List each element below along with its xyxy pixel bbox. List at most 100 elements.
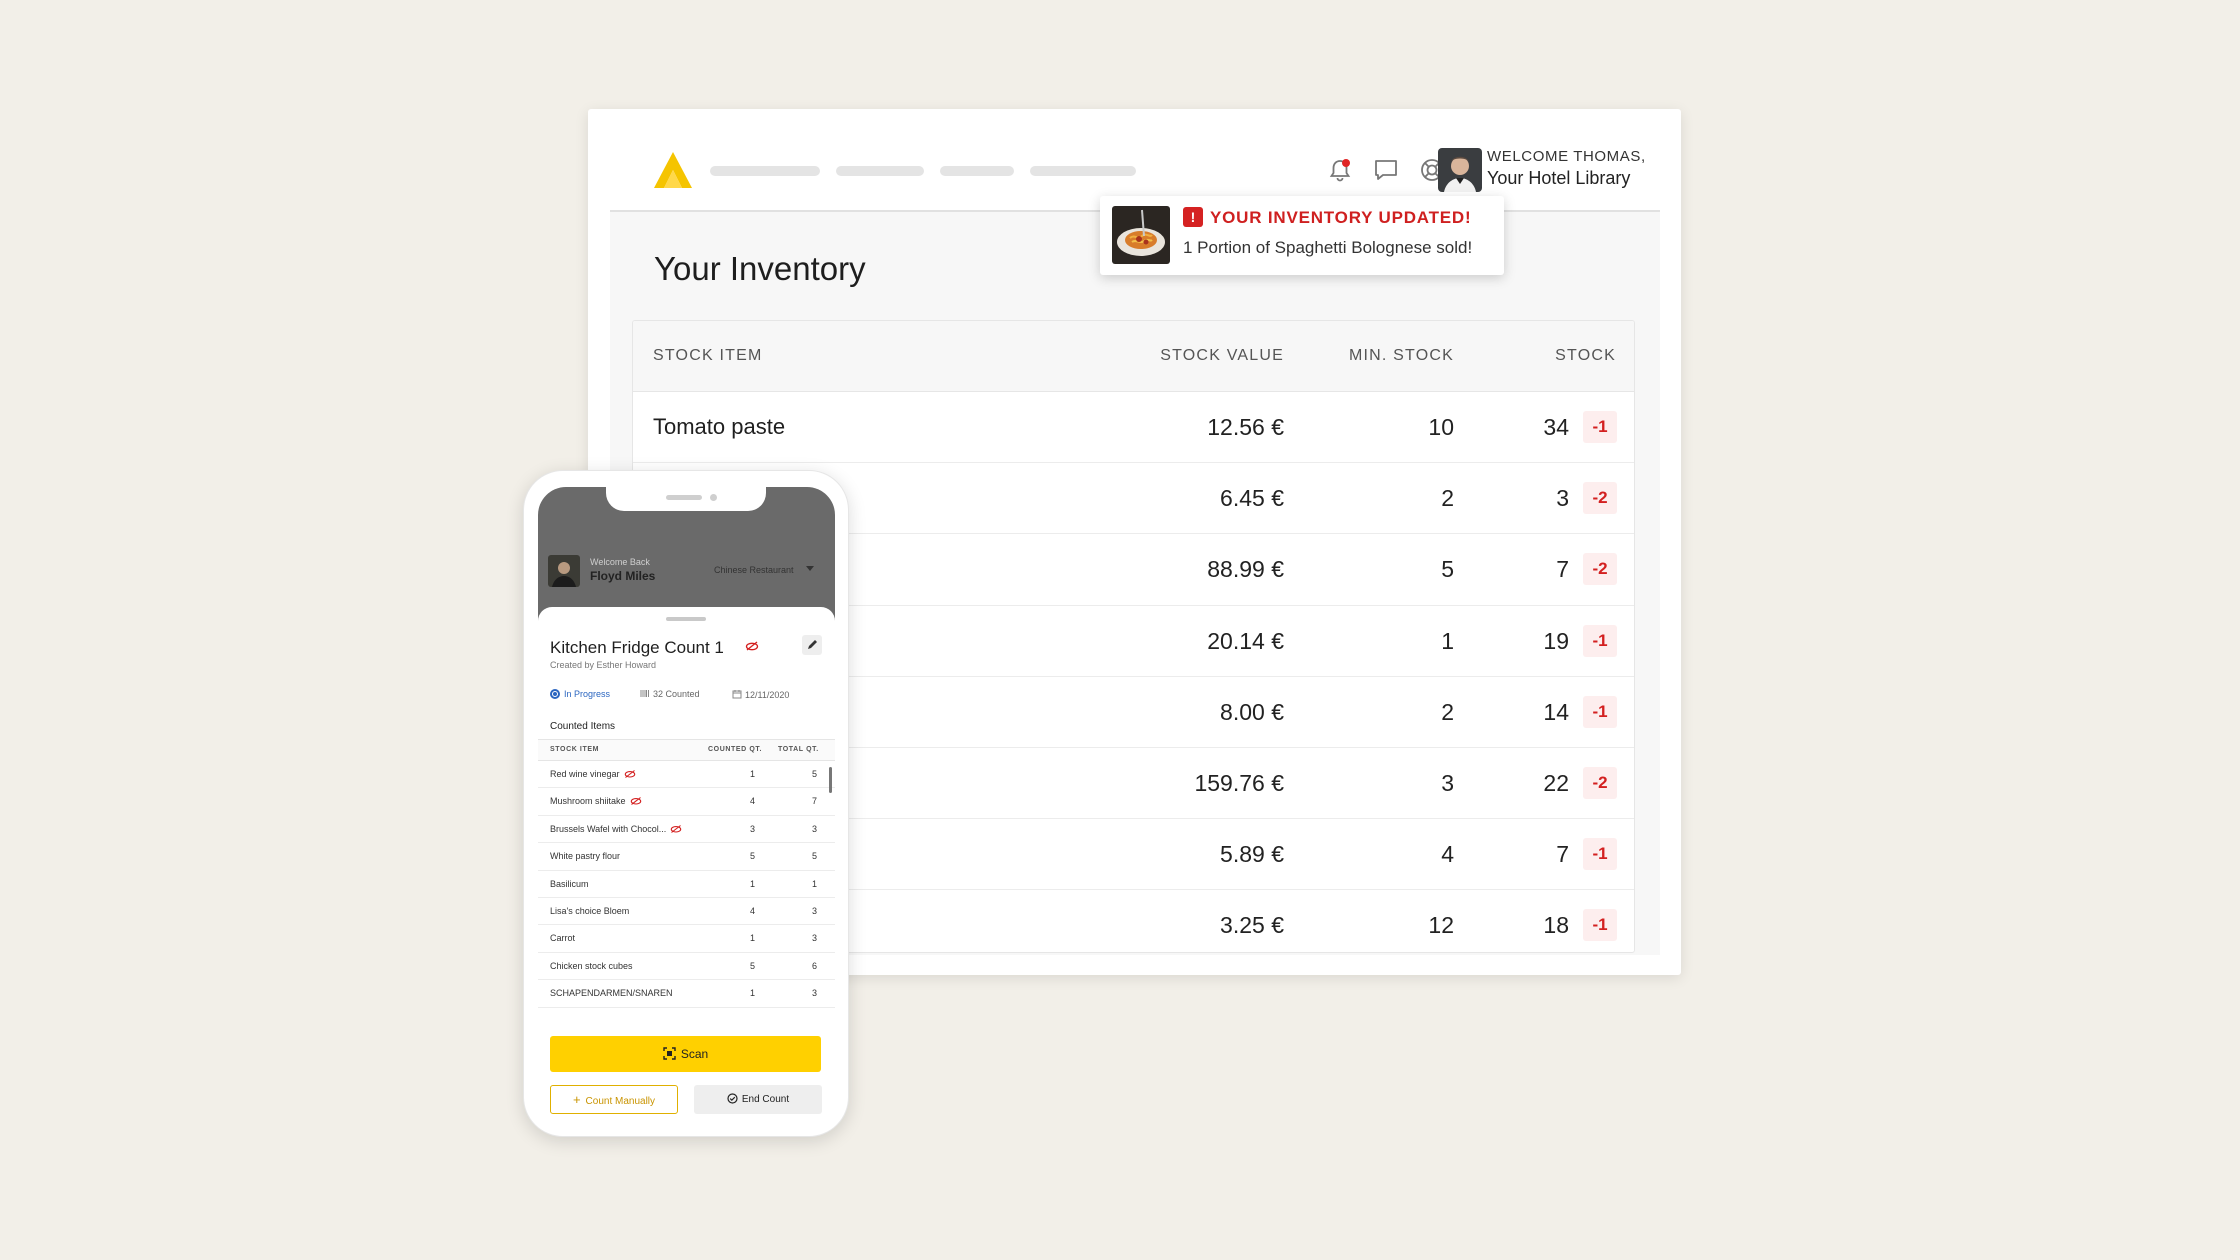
min-stock: 10 xyxy=(1428,414,1454,440)
stock-value: 88.99 € xyxy=(1207,556,1284,583)
stock-value: 3.25 € xyxy=(1220,912,1284,939)
restaurant-selector[interactable]: Chinese Restaurant xyxy=(714,565,794,575)
stock-change-badge: -1 xyxy=(1583,838,1617,871)
table-header: STOCK ITEM STOCK VALUE MIN. STOCK STOCK xyxy=(633,321,1634,392)
stock-change-badge: -2 xyxy=(1583,766,1617,799)
stock-change-badge: -1 xyxy=(1583,695,1617,728)
list-item[interactable]: Basilicum 1 1 xyxy=(538,871,835,898)
min-stock: 3 xyxy=(1441,769,1454,796)
welcome-back-text: Welcome Back xyxy=(590,557,650,567)
user-name: Floyd Miles xyxy=(590,569,656,583)
total-qty: 7 xyxy=(812,796,818,807)
counted-badge: 32 Counted xyxy=(640,689,700,699)
min-stock: 5 xyxy=(1441,556,1454,583)
stock-count: 7 xyxy=(1556,841,1569,868)
counted-qty: 1 xyxy=(750,878,756,889)
stock-count: 18 xyxy=(1543,912,1569,939)
item-name-cell: Basilicum xyxy=(550,879,589,889)
notification-title: YOUR INVENTORY UPDATED! xyxy=(1210,208,1472,227)
item-name: Carrot xyxy=(550,933,576,944)
bell-icon[interactable] xyxy=(1324,154,1356,186)
status-label: In Progress xyxy=(564,689,611,699)
section-title: Counted Items xyxy=(550,721,616,732)
end-count-button[interactable]: End Count xyxy=(694,1085,822,1114)
stock-count: 7 xyxy=(1556,556,1569,583)
stock-change-badge: -1 xyxy=(1583,909,1617,942)
count-manually-button[interactable]: + Count Manually xyxy=(550,1085,678,1114)
nav-link-placeholder[interactable] xyxy=(710,166,820,176)
list-item[interactable]: Carrot 1 3 xyxy=(538,925,835,953)
stock-count: 3 xyxy=(1556,485,1569,512)
item-name: Basilicum xyxy=(550,878,589,889)
column-header-min-stock[interactable]: MIN. STOCK xyxy=(1349,347,1454,365)
nav-link-placeholder[interactable] xyxy=(836,166,924,176)
stock-value: 6.45 € xyxy=(1220,485,1284,512)
check-circle-icon xyxy=(727,1093,738,1104)
list-item[interactable]: Mushroom shiitake 4 7 xyxy=(538,788,835,816)
total-qty: 3 xyxy=(812,823,818,834)
chat-icon[interactable] xyxy=(1370,154,1402,186)
column-header-stock-value[interactable]: STOCK VALUE xyxy=(1160,347,1284,365)
counted-qty: 4 xyxy=(750,905,756,916)
stock-value: 20.14 € xyxy=(1207,627,1284,654)
counted-qty: 4 xyxy=(750,796,756,807)
no-stock-icon xyxy=(624,770,635,778)
item-name-cell: SCHAPENDARMEN/SNAREN xyxy=(550,988,673,998)
stock-change-badge: -2 xyxy=(1583,482,1617,515)
table-row[interactable]: Tomato paste 12.56 € 10 34 -1 xyxy=(633,392,1634,464)
stock-value: 12.56 € xyxy=(1207,414,1284,440)
inventory-notification[interactable]: ! YOUR INVENTORY UPDATED! 1 Portion of S… xyxy=(1100,196,1504,275)
scan-icon xyxy=(663,1047,676,1060)
no-stock-icon xyxy=(630,797,641,806)
list-item[interactable]: White pastry flour 5 5 xyxy=(538,843,835,871)
scan-button[interactable]: Scan xyxy=(550,1036,821,1072)
no-stock-icon xyxy=(670,824,682,833)
item-name: Chicken stock cubes xyxy=(550,960,633,971)
page-title: Your Inventory xyxy=(654,250,866,287)
column-header-stock-item[interactable]: STOCK ITEM xyxy=(653,347,763,365)
end-count-label: End Count xyxy=(741,1094,790,1105)
column-header-total-qty: TOTAL QT. xyxy=(778,746,819,753)
phone-notch xyxy=(606,487,766,511)
total-qty: 5 xyxy=(812,769,818,779)
stock-count: 22 xyxy=(1543,769,1569,796)
created-by-text: Created by Esther Howard xyxy=(550,660,657,670)
list-item[interactable]: SCHAPENDARMEN/SNAREN 1 3 xyxy=(538,980,835,1008)
nav-link-placeholder[interactable] xyxy=(940,166,1014,176)
nav-link-placeholder[interactable] xyxy=(1030,166,1136,176)
counted-qty: 3 xyxy=(750,823,756,834)
location-selector[interactable]: Your Hotel Library xyxy=(1487,168,1630,189)
status-badge: In Progress xyxy=(550,689,610,699)
list-item[interactable]: Lisa's choice Bloem 4 3 xyxy=(538,898,835,926)
column-header-stock-item: STOCK ITEM xyxy=(550,746,600,753)
list-item[interactable]: Brussels Wafel with Chocol... 3 3 xyxy=(538,816,835,844)
stock-value: 5.89 € xyxy=(1220,841,1284,868)
total-qty: 3 xyxy=(812,988,818,999)
edit-button[interactable] xyxy=(802,635,822,655)
item-name-cell: Lisa's choice Bloem xyxy=(550,906,629,916)
pencil-icon xyxy=(808,640,817,649)
avatar[interactable] xyxy=(1438,148,1482,192)
scrollbar[interactable] xyxy=(829,767,832,793)
list-item[interactable]: Chicken stock cubes 5 6 xyxy=(538,953,835,981)
drag-handle[interactable] xyxy=(666,617,706,621)
item-name: Brussels Wafel with Chocol... xyxy=(550,823,667,834)
avatar[interactable] xyxy=(548,555,580,587)
progress-icon xyxy=(550,689,560,699)
stock-count: 14 xyxy=(1543,698,1569,725)
phone-screen: Welcome Back Floyd Miles Chinese Restaur… xyxy=(538,487,835,1127)
column-header-stock[interactable]: STOCK xyxy=(1555,347,1616,365)
chevron-down-icon[interactable] xyxy=(806,566,814,571)
stock-count: 34 xyxy=(1543,414,1569,440)
item-name: SCHAPENDARMEN/SNAREN xyxy=(550,988,673,999)
counted-qty: 5 xyxy=(750,960,756,971)
date-label: 12/11/2020 xyxy=(745,690,790,700)
notification-message: 1 Portion of Spaghetti Bolognese sold! xyxy=(1183,238,1473,257)
total-qty: 5 xyxy=(812,851,818,862)
item-name: Lisa's choice Bloem xyxy=(550,905,630,916)
logo-icon[interactable] xyxy=(652,150,694,190)
item-name-cell: White pastry flour xyxy=(550,851,620,861)
item-name-cell: Mushroom shiitake xyxy=(550,796,642,806)
alert-icon: ! xyxy=(1183,207,1203,227)
list-item[interactable]: Red wine vinegar 1 5 xyxy=(538,761,835,789)
